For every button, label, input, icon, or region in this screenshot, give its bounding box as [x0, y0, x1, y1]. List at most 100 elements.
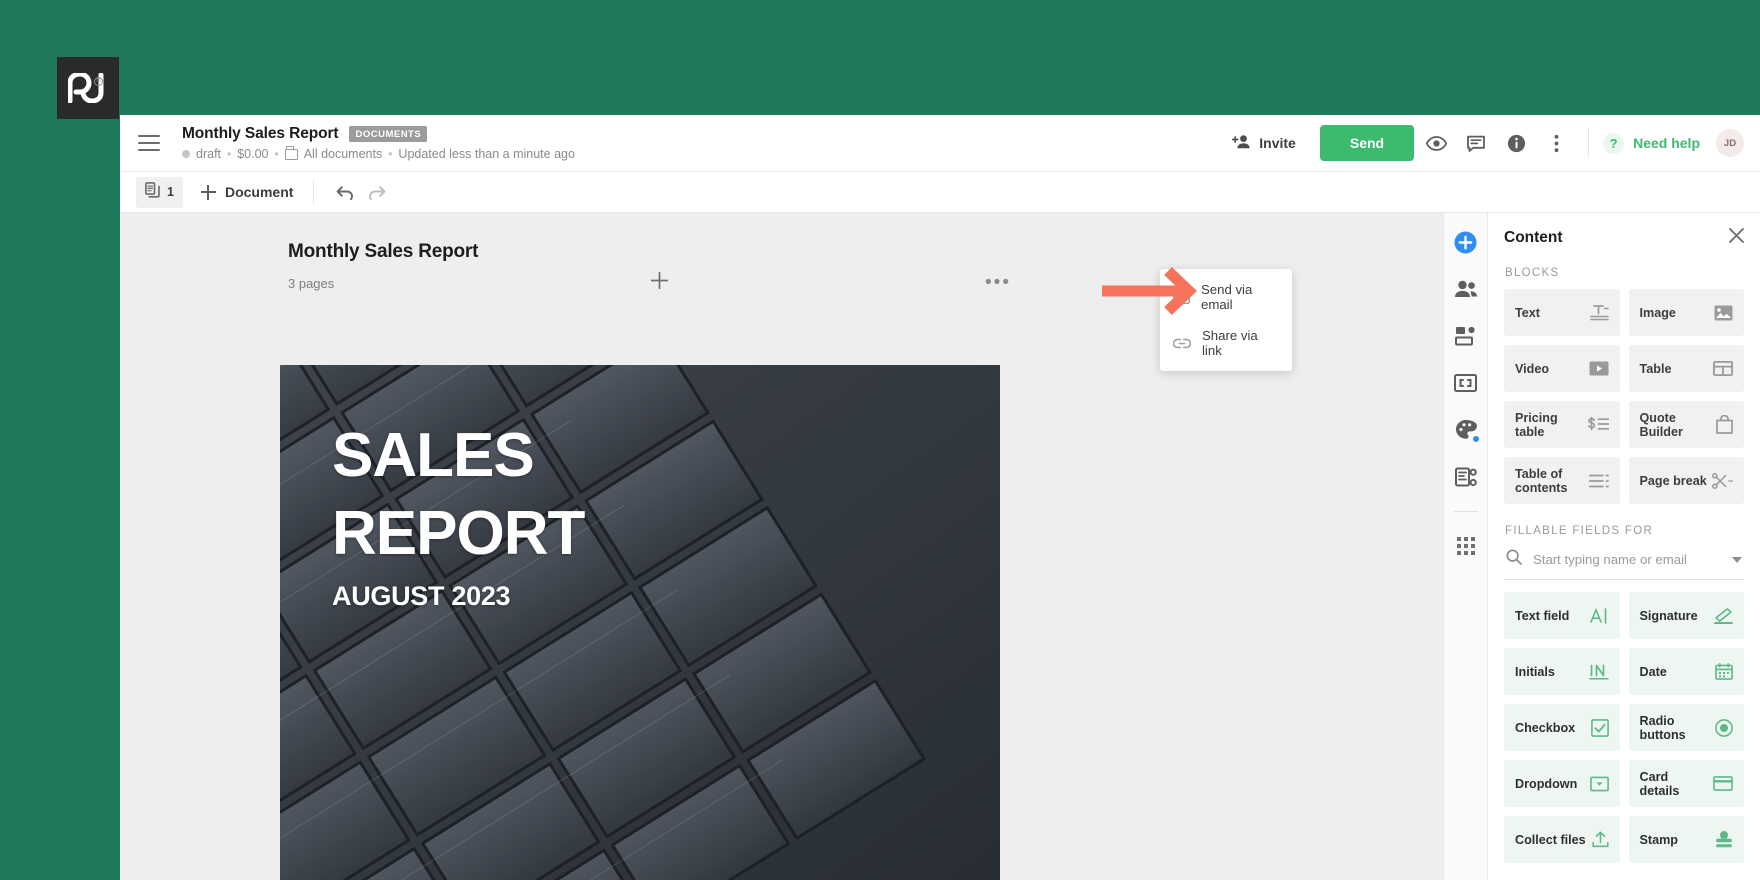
- canvas-document-title: Monthly Sales Report: [288, 241, 479, 262]
- field-card-date[interactable]: Date: [1628, 648, 1744, 695]
- field-label: Initials: [1515, 664, 1555, 679]
- menu-item-send-via-email[interactable]: Send via email: [1160, 274, 1292, 320]
- content-panel-header: Content: [1504, 213, 1744, 259]
- stamp-icon: [1715, 831, 1733, 848]
- field-label: Collect files: [1515, 832, 1586, 847]
- divider: [1588, 129, 1590, 157]
- apps-grid-icon[interactable]: [1451, 531, 1481, 561]
- app-body: Monthly Sales Report 3 pages ••• SALES R…: [120, 213, 1760, 880]
- field-card-radio-buttons[interactable]: Radio buttons: [1628, 704, 1744, 751]
- status-dot-icon: [182, 150, 190, 158]
- text-field-icon: [1589, 607, 1609, 624]
- divider: [1453, 511, 1478, 512]
- preview-eye-icon[interactable]: [1418, 125, 1454, 161]
- need-help-label: Need help: [1633, 135, 1700, 151]
- canvas-more-icon[interactable]: •••: [985, 273, 1011, 292]
- theme-update-badge: [1471, 435, 1480, 443]
- comments-icon[interactable]: [1458, 125, 1494, 161]
- block-card-page-break[interactable]: Page break: [1628, 457, 1744, 504]
- separator: •: [388, 147, 393, 161]
- redo-icon[interactable]: [368, 184, 388, 200]
- field-card-initials[interactable]: Initials: [1504, 648, 1620, 695]
- field-card-text-field[interactable]: Text field: [1504, 592, 1620, 639]
- add-content-icon[interactable]: [1451, 227, 1481, 257]
- document-status: draft: [196, 147, 222, 161]
- field-card-signature[interactable]: Signature: [1628, 592, 1744, 639]
- invite-button[interactable]: Invite: [1220, 126, 1308, 160]
- hamburger-menu-icon[interactable]: [138, 135, 160, 151]
- block-card-image[interactable]: Image: [1628, 289, 1744, 336]
- workflow-icon[interactable]: [1451, 462, 1481, 492]
- field-label: Radio buttons: [1639, 713, 1686, 742]
- field-card-collect-files[interactable]: Collect files: [1504, 816, 1620, 863]
- block-card-table-of-contents[interactable]: Table of contents: [1504, 457, 1620, 504]
- field-card-checkbox[interactable]: Checkbox: [1504, 704, 1620, 751]
- fillable-fields-recipient-search[interactable]: [1504, 542, 1744, 580]
- page-break-icon: [1712, 472, 1733, 489]
- block-card-pricing-table[interactable]: Pricing table: [1504, 401, 1620, 448]
- logo-glyph: ®: [68, 73, 108, 103]
- more-options-icon[interactable]: [1538, 125, 1574, 161]
- field-card-card-details[interactable]: Card details: [1628, 760, 1744, 807]
- block-label: Pricing table: [1515, 410, 1558, 439]
- block-card-video[interactable]: Video: [1504, 345, 1620, 392]
- need-help-button[interactable]: ? Need help: [1603, 132, 1700, 154]
- undo-icon[interactable]: [334, 184, 354, 200]
- block-label: Table: [1639, 361, 1672, 376]
- document-folder[interactable]: All documents: [304, 147, 383, 161]
- menu-item-label: Send via email: [1201, 282, 1253, 312]
- content-panel: Content BLOCKS Text Image Video Table Pr…: [1487, 213, 1760, 880]
- add-document-button[interactable]: Document: [200, 184, 294, 200]
- menu-item-share-via-link[interactable]: Share via link: [1160, 320, 1292, 366]
- field-label: Checkbox: [1515, 720, 1576, 735]
- invite-label: Invite: [1259, 135, 1296, 151]
- separator: •: [227, 147, 232, 161]
- pricing-table-icon: [1587, 416, 1609, 433]
- add-person-icon: [1232, 134, 1251, 152]
- block-label: Text: [1515, 305, 1540, 320]
- avatar[interactable]: JD: [1716, 129, 1744, 157]
- field-label: Dropdown: [1515, 776, 1578, 791]
- toc-icon: [1588, 474, 1609, 488]
- block-card-text[interactable]: Text: [1504, 289, 1620, 336]
- add-document-label: Document: [224, 184, 294, 200]
- recipients-icon[interactable]: [1451, 274, 1481, 304]
- app-window: Monthly Sales Report DOCUMENTS draft • $…: [120, 115, 1760, 880]
- layout-icon[interactable]: [1451, 321, 1481, 351]
- add-page-icon[interactable]: [650, 271, 669, 294]
- block-label: Table of contents: [1515, 466, 1568, 495]
- pages-chip[interactable]: 1: [136, 176, 183, 208]
- checkbox-icon: [1590, 718, 1609, 737]
- field-card-stamp[interactable]: Stamp: [1628, 816, 1744, 863]
- document-pages-icon: [145, 181, 160, 203]
- block-label: Video: [1515, 361, 1550, 376]
- question-mark-icon: ?: [1603, 132, 1625, 154]
- link-icon: [1173, 338, 1191, 349]
- info-icon[interactable]: [1498, 125, 1534, 161]
- block-card-quote-builder[interactable]: Quote Builder: [1628, 401, 1744, 448]
- registered-mark: ®: [94, 77, 103, 86]
- close-icon[interactable]: [1729, 228, 1744, 248]
- upload-icon: [1591, 831, 1609, 848]
- card-icon: [1713, 776, 1733, 791]
- block-label: Image: [1639, 305, 1676, 320]
- sidebar-icon-rail: [1443, 213, 1487, 880]
- cover-line-3: AUGUST 2023: [332, 581, 511, 611]
- block-card-table[interactable]: Table: [1628, 345, 1744, 392]
- document-page-cover[interactable]: SALES REPORT AUGUST 2023: [280, 365, 1000, 880]
- field-label: Date: [1639, 664, 1667, 679]
- block-label: Page break: [1639, 473, 1707, 488]
- field-label: Stamp: [1639, 832, 1679, 847]
- theme-icon[interactable]: [1451, 415, 1481, 445]
- field-card-dropdown[interactable]: Dropdown: [1504, 760, 1620, 807]
- image-icon: [1714, 305, 1733, 321]
- page-title: Monthly Sales Report: [182, 125, 339, 142]
- signature-icon: [1714, 607, 1733, 624]
- send-button[interactable]: Send: [1319, 125, 1415, 161]
- search-input[interactable]: [1533, 552, 1721, 567]
- document-amount: $0.00: [237, 147, 269, 161]
- chevron-down-icon[interactable]: [1732, 556, 1742, 563]
- plus-icon: [200, 184, 216, 200]
- variables-icon[interactable]: [1451, 368, 1481, 398]
- envelope-icon: [1173, 290, 1190, 304]
